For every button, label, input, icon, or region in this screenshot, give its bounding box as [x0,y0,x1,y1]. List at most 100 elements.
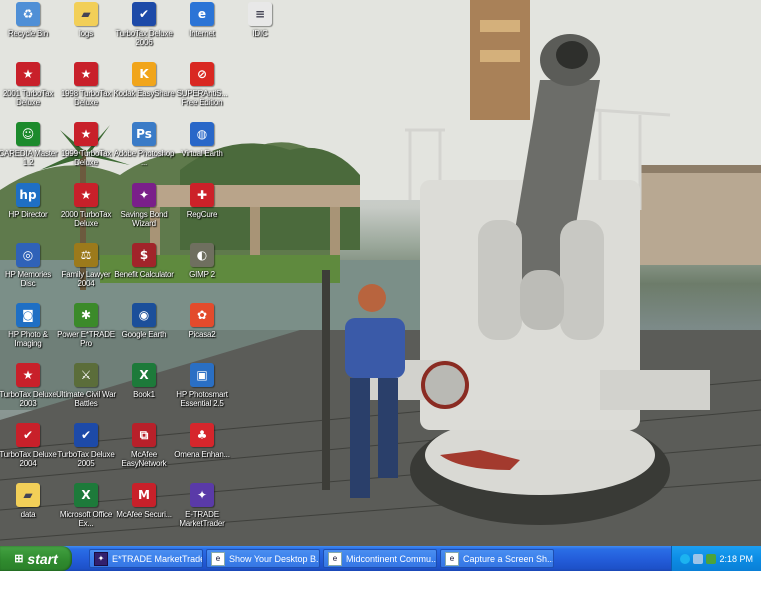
security-shield-icon[interactable] [706,553,717,564]
desktop-icon[interactable]: ◎ HP Memories Disc [0,243,59,288]
desktop-icon[interactable]: ✱ Power E*TRADE Pro [55,303,117,348]
etrade-pro-icon: ✱ [74,303,98,327]
desktop-icon-label: IDIC [252,29,268,38]
desktop-icon[interactable]: ◍ Virtual Earth [171,122,233,158]
turbotax-icon: ✔ [74,423,98,447]
desktop-icon[interactable]: ⚖ Family Lawyer 2004 [55,243,117,288]
desktop-icon[interactable]: ⊘ SUPERAntiS... Free Edition [171,62,233,107]
excel-icon: X [132,363,156,387]
desktop-icon[interactable]: X Microsoft Office Ex... [55,483,117,528]
desktop-icon-label: Ultimate Civil War Battles [56,390,116,408]
desktop-icon-label: GIMP 2 [189,270,215,279]
desktop-icon-label: McAfee Securi... [116,510,172,519]
desktop-icon-label: Omena Enhan... [174,450,230,459]
gimp-icon: ◐ [190,243,214,267]
quick-launch-area [72,546,86,571]
desktop-icon[interactable]: ⚔ Ultimate Civil War Battles [55,363,117,408]
desktop-icon-label: logs [79,29,93,38]
desktop-icon[interactable]: ★ 1999 TurboTax Deluxe [55,122,117,167]
windows-flag-icon: ⊞ [14,553,24,565]
system-tray: 2:18 PM [671,546,761,571]
start-button[interactable]: ⊞ start [0,546,72,571]
markettrader-icon: ✦ [94,551,108,566]
desktop-icon[interactable]: ✔ TurboTax Deluxe 2005 [55,423,117,468]
desktop-icon[interactable]: ◙ HP Photo & Imaging [0,303,59,348]
mcafee-network-icon: ⧉ [132,423,156,447]
desktop-icon[interactable]: ▰ logs [55,2,117,38]
browser-window-icon: e [445,551,459,566]
desktop-icon-label: TurboTax Deluxe 2003 [0,390,57,408]
desktop-icon[interactable]: e Internet [171,2,233,38]
desktop-icon[interactable]: ✿ Picasa2 [171,303,233,339]
desktop-icon[interactable]: ≡ IDIC [229,2,291,38]
kodak-icon: K [132,62,156,86]
desktop-icon-label: data [20,510,36,519]
desktop-icon-label: 2000 TurboTax Deluxe [60,210,112,228]
camera-icon: ◙ [16,303,40,327]
desktop-icon[interactable]: ★ 1998 TurboTax Deluxe [55,62,117,107]
desktop-icon-label: Family Lawyer 2004 [61,270,111,288]
clock[interactable]: 2:18 PM [719,554,753,564]
desktop-icon-label: 1999 TurboTax Deluxe [60,149,112,167]
photoshop-icon: Ps [132,122,156,146]
photosmart-icon: ▣ [190,363,214,387]
desktop-icon[interactable]: ✦ E-TRADE MarketTrader [171,483,233,528]
star-icon: ✦ [132,183,156,207]
hp-director-icon: hp [16,183,40,207]
browser-window-icon: e [328,551,342,566]
desktop-icon-label: HP Photosmart Essential 2.5 [176,390,228,408]
desktop-icon-label: TurboTax Deluxe 2006 [115,29,173,47]
desktop-icon[interactable]: K Kodak EasyShare [113,62,175,98]
desktop-icon[interactable]: ★ 2001 TurboTax Deluxe [0,62,59,107]
desktop-icon[interactable]: ✔ TurboTax Deluxe 2004 [0,423,59,468]
taskbar-button-label: Capture a Screen Sh... [463,553,554,564]
mcafee-icon: M [132,483,156,507]
desktop-icon[interactable]: X Book1 [113,363,175,399]
gavel-icon: ⚖ [74,243,98,267]
desktop-icon[interactable]: ☺ CAREDIA Master 1.2 [0,122,59,167]
desktop-icon[interactable]: ✚ RegCure [171,183,233,219]
desktop-icon[interactable]: ♣ Omena Enhan... [171,423,233,459]
folder-icon: ▰ [16,483,40,507]
desktop-icon[interactable]: ★ TurboTax Deluxe 2003 [0,363,59,408]
turbotax-setup-icon: ★ [74,122,98,146]
taskbar-button-capture-screen[interactable]: e Capture a Screen Sh... [440,549,554,568]
desktop-icon[interactable]: ★ 2000 TurboTax Deluxe [55,183,117,228]
desktop-icon[interactable]: ✦ Savings Bond Wizard [113,183,175,228]
desktop-icon-label: Kodak EasyShare [113,89,175,98]
desktop-icon-label: Microsoft Office Ex... [59,510,113,528]
desktop-icon[interactable]: hp HP Director [0,183,59,219]
desktop-icon-label: Book1 [133,390,155,399]
turbotax-icon: ✔ [132,2,156,26]
desktop-icon-label: McAfee EasyNetwork [121,450,167,468]
desktop-icon[interactable]: ▰ data [0,483,59,519]
recycle-bin-icon: ♻ [16,2,40,26]
desktop-icon[interactable]: ♻ Recycle Bin [0,2,59,38]
browser-window-icon: e [211,551,225,566]
desktop-icon[interactable]: ▣ HP Photosmart Essential 2.5 [171,363,233,408]
desktop[interactable]: ♻ Recycle Bin ▰ logs ✔ TurboTax Deluxe 2006 e I… [0,0,761,546]
turbotax-icon: ✔ [16,423,40,447]
excel-icon: X [74,483,98,507]
taskbar-button-etrade-markettrader[interactable]: ✦ E*TRADE MarketTrader [89,549,203,568]
desktop-icon[interactable]: ✔ TurboTax Deluxe 2006 [113,2,175,47]
desktop-icon[interactable]: ⧉ McAfee EasyNetwork [113,423,175,468]
blank-area [0,571,761,600]
taskbar-button-midcontinent[interactable]: e Midcontinent Commu... [323,549,437,568]
desktop-icon[interactable]: $ Benefit Calculator [113,243,175,279]
desktop-icon-label: RegCure [186,210,218,219]
cannon-icon: ⚔ [74,363,98,387]
tray-expand-icon[interactable] [680,553,691,564]
desktop-icon-label: Virtual Earth [181,149,223,158]
desktop-icon[interactable]: M McAfee Securi... [113,483,175,519]
google-earth-icon: ◉ [132,303,156,327]
desktop-icon[interactable]: Ps Adobe Photoshop ... [113,122,175,167]
internet-explorer-icon: e [190,2,214,26]
start-label: start [27,550,58,567]
desktop-icon[interactable]: ◉ Google Earth [113,303,175,339]
desktop-icon-label: HP Director [8,210,48,219]
desktop-icon[interactable]: ◐ GIMP 2 [171,243,233,279]
taskbar-button-show-your-desktop[interactable]: e Show Your Desktop B... [206,549,320,568]
network-icon[interactable] [693,553,704,564]
turbotax-setup-icon: ★ [74,62,98,86]
